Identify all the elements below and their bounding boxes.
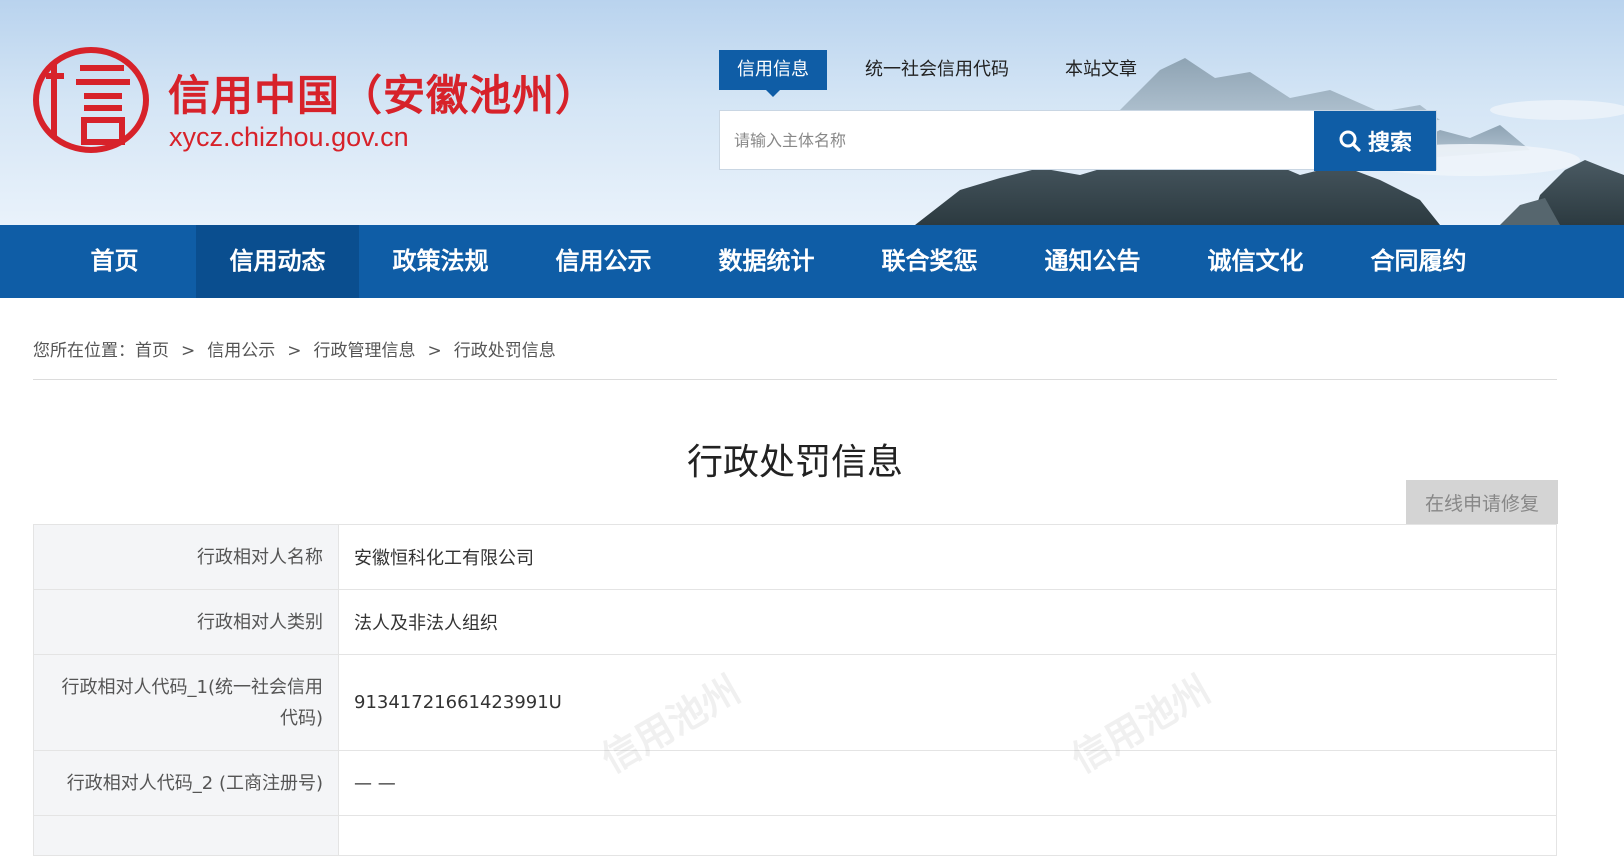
- table-row: [33, 815, 1557, 856]
- breadcrumb: 您所在位置：首页 > 信用公示 > 行政管理信息 > 行政处罚信息: [33, 336, 556, 361]
- site-title: 信用中国（安徽池州）: [168, 71, 599, 120]
- breadcrumb-credit-publicity[interactable]: 信用公示: [207, 341, 275, 361]
- row-value: 91341721661423991U: [338, 654, 1557, 751]
- nav-item-credit-news[interactable]: 信用动态: [196, 225, 359, 298]
- search-tab-articles[interactable]: 本站文章: [1047, 50, 1155, 90]
- row-value: 法人及非法人组织: [338, 589, 1557, 655]
- search-button[interactable]: 搜索: [1314, 111, 1436, 171]
- nav-item-policy[interactable]: 政策法规: [359, 225, 522, 298]
- search-button-label: 搜索: [1367, 131, 1412, 156]
- row-label: 行政相对人类别: [33, 589, 339, 655]
- page-title: 行政处罚信息: [686, 442, 903, 483]
- row-label: [33, 815, 339, 856]
- breadcrumb-admin-info[interactable]: 行政管理信息: [314, 341, 416, 361]
- row-value: [338, 815, 1557, 856]
- breadcrumb-separator: >: [427, 341, 442, 361]
- table-row: 行政相对人代码_1(统一社会信用代码) 91341721661423991U: [33, 654, 1557, 751]
- site-url: xycz.chizhou.gov.cn: [169, 122, 409, 152]
- search-tab-credit-info[interactable]: 信用信息: [719, 50, 827, 97]
- table-row: 行政相对人名称 安徽恒科化工有限公司: [33, 524, 1557, 590]
- nav-item-statistics[interactable]: 数据统计: [685, 225, 848, 298]
- nav-item-credit-publicity[interactable]: 信用公示: [522, 225, 685, 298]
- row-value: — —: [338, 750, 1557, 816]
- breadcrumb-separator: >: [287, 341, 302, 361]
- row-label: 行政相对人代码_2 (工商注册号): [33, 750, 339, 816]
- row-label: 行政相对人名称: [33, 524, 339, 590]
- header-banner: 信用中国（安徽池州） xycz.chizhou.gov.cn 信用信息 统一社会…: [0, 0, 1624, 225]
- nav-item-integrity-culture[interactable]: 诚信文化: [1174, 225, 1337, 298]
- nav-item-notices[interactable]: 通知公告: [1011, 225, 1174, 298]
- breadcrumb-home[interactable]: 首页: [135, 341, 169, 361]
- search-tabs: 信用信息 统一社会信用代码 本站文章: [719, 50, 1175, 97]
- row-label: 行政相对人代码_1(统一社会信用代码): [33, 654, 339, 751]
- search-box: 搜索: [719, 110, 1437, 171]
- search-input[interactable]: [720, 111, 1314, 169]
- nav-item-contract[interactable]: 合同履约: [1337, 225, 1500, 298]
- xin-seal-icon: [33, 47, 149, 153]
- breadcrumb-divider: [33, 379, 1557, 380]
- breadcrumb-current[interactable]: 行政处罚信息: [454, 341, 556, 361]
- nav-item-home[interactable]: 首页: [33, 225, 196, 298]
- breadcrumb-prefix: 您所在位置：: [33, 341, 135, 361]
- breadcrumb-separator: >: [181, 341, 196, 361]
- online-repair-button[interactable]: 在线申请修复: [1406, 480, 1558, 524]
- nav-item-joint-reward-punish[interactable]: 联合奖惩: [848, 225, 1011, 298]
- search-icon: [1339, 130, 1361, 152]
- penalty-info-table: 行政相对人名称 安徽恒科化工有限公司 行政相对人类别 法人及非法人组织 行政相对…: [33, 524, 1557, 856]
- row-value: 安徽恒科化工有限公司: [338, 524, 1557, 590]
- table-row: 行政相对人代码_2 (工商注册号) — —: [33, 750, 1557, 816]
- search-tab-credit-code[interactable]: 统一社会信用代码: [847, 50, 1027, 90]
- main-nav: 首页 信用动态 政策法规 信用公示 数据统计 联合奖惩 通知公告 诚信文化 合同…: [0, 225, 1624, 298]
- table-row: 行政相对人类别 法人及非法人组织: [33, 589, 1557, 655]
